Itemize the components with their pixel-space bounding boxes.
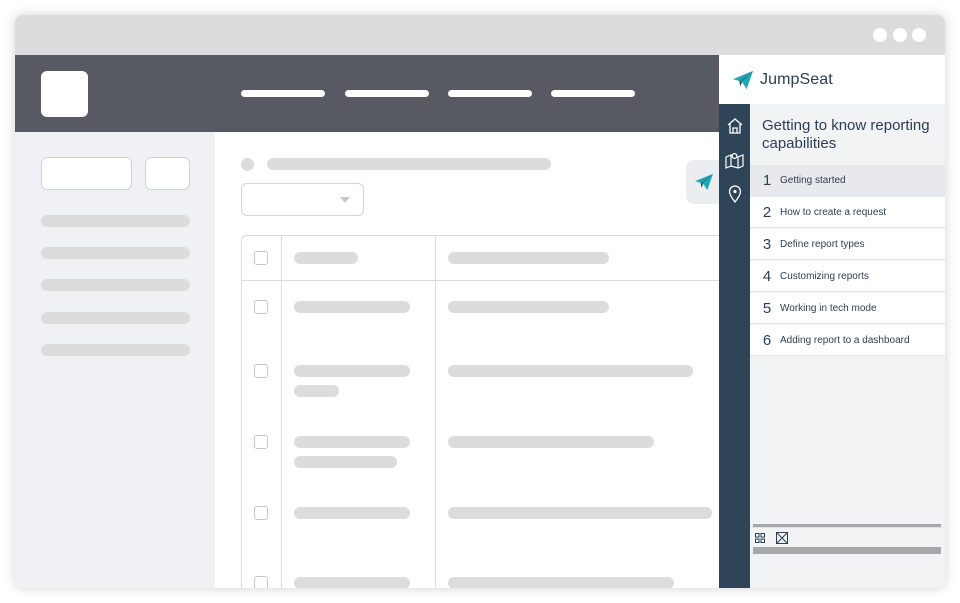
column-header-placeholder[interactable] <box>294 252 358 264</box>
brand-name: JumpSeat <box>760 70 833 88</box>
step-number: 2 <box>762 203 772 221</box>
panel-rail <box>719 104 750 588</box>
nav-item-placeholder[interactable] <box>448 90 532 97</box>
collapse-icon[interactable] <box>776 532 788 544</box>
cell-placeholder <box>294 577 410 588</box>
panel-header: JumpSeat <box>719 55 945 104</box>
step-label: Getting started <box>780 174 846 186</box>
paper-plane-icon <box>695 173 713 191</box>
breadcrumb-placeholder <box>267 158 551 170</box>
jumpseat-launcher-button[interactable] <box>686 160 722 204</box>
app-logo-placeholder[interactable] <box>41 71 88 117</box>
cell-placeholder <box>448 577 674 588</box>
step-label: Customizing reports <box>780 270 869 282</box>
cell-placeholder <box>448 301 609 313</box>
window-titlebar <box>15 15 945 55</box>
column-divider <box>435 236 436 588</box>
nav-item-placeholder[interactable] <box>345 90 429 97</box>
grid-icon[interactable] <box>754 532 766 544</box>
jumpseat-panel: JumpSeat Getting to know reporting capab… <box>719 55 945 588</box>
step-number: 1 <box>762 171 772 189</box>
cell-placeholder <box>294 385 339 397</box>
step-number: 3 <box>762 235 772 253</box>
column-divider <box>281 236 282 588</box>
row-checkbox[interactable] <box>254 576 268 588</box>
guide-step[interactable]: 4 Customizing reports <box>750 261 945 292</box>
sidebar-item-placeholder[interactable] <box>41 279 190 291</box>
cell-placeholder <box>294 456 397 468</box>
sidebar-item-placeholder[interactable] <box>41 312 190 324</box>
step-number: 5 <box>762 299 772 317</box>
home-icon[interactable] <box>725 116 744 135</box>
cell-placeholder <box>294 436 410 448</box>
chevron-down-icon <box>340 197 350 203</box>
paper-plane-icon <box>733 70 753 89</box>
cell-placeholder <box>294 365 410 377</box>
guide-step[interactable]: 6 Adding report to a dashboard <box>750 325 945 356</box>
sidebar-button-placeholder[interactable] <box>145 157 190 190</box>
panel-footer <box>750 527 945 547</box>
header-divider <box>242 280 730 281</box>
row-checkbox[interactable] <box>254 506 268 520</box>
step-label: How to create a request <box>780 206 887 218</box>
column-header-placeholder[interactable] <box>448 252 609 264</box>
window-control-dot[interactable] <box>893 28 907 42</box>
nav-item-placeholder[interactable] <box>551 90 635 97</box>
sidebar-button-placeholder[interactable] <box>41 157 132 190</box>
sidebar-item-placeholder[interactable] <box>41 247 190 259</box>
cell-placeholder <box>448 365 693 377</box>
window-control-dot[interactable] <box>912 28 926 42</box>
row-checkbox[interactable] <box>254 364 268 378</box>
guide-step[interactable]: 1 Getting started <box>750 165 945 196</box>
cell-placeholder <box>448 436 654 448</box>
guide-content: Getting to know reporting capabilities 1… <box>750 104 945 588</box>
app-header <box>15 55 719 132</box>
guide-step[interactable]: 3 Define report types <box>750 229 945 260</box>
guide-step[interactable]: 2 How to create a request <box>750 197 945 228</box>
cell-placeholder <box>448 507 712 519</box>
guide-step[interactable]: 5 Working in tech mode <box>750 293 945 324</box>
row-checkbox[interactable] <box>254 435 268 449</box>
select-all-checkbox[interactable] <box>254 251 268 265</box>
nav-item-placeholder[interactable] <box>241 90 325 97</box>
guide-title: Getting to know reporting capabilities <box>762 117 930 152</box>
breadcrumb-dot-placeholder <box>241 158 254 171</box>
app-sidebar <box>15 132 215 588</box>
browser-window: JumpSeat Getting to know reporting capab… <box>15 15 945 588</box>
cell-placeholder <box>294 301 410 313</box>
filter-dropdown[interactable] <box>241 183 364 216</box>
window-control-dot[interactable] <box>873 28 887 42</box>
step-label: Define report types <box>780 238 865 250</box>
location-pin-icon[interactable] <box>725 184 744 203</box>
cell-placeholder <box>294 507 410 519</box>
data-table <box>241 235 731 588</box>
sidebar-item-placeholder[interactable] <box>41 344 190 356</box>
sidebar-item-placeholder[interactable] <box>41 215 190 227</box>
step-number: 6 <box>762 331 772 349</box>
step-label: Working in tech mode <box>780 302 877 314</box>
row-checkbox[interactable] <box>254 300 268 314</box>
map-icon[interactable] <box>725 150 744 169</box>
main-content <box>215 132 731 588</box>
step-label: Adding report to a dashboard <box>780 334 910 346</box>
step-number: 4 <box>762 267 772 285</box>
